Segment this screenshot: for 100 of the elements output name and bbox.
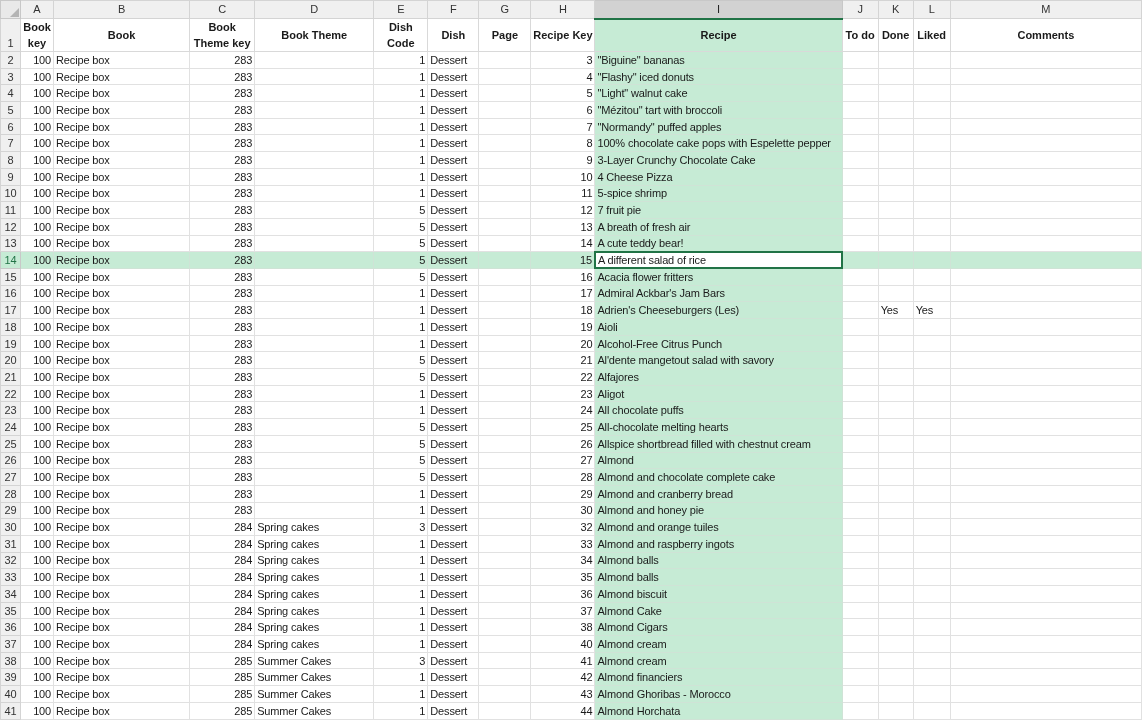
table-cell: 100	[20, 351, 54, 369]
table-cell: 33	[530, 535, 595, 553]
table-cell: 100	[20, 652, 54, 669]
table-cell: Recipe box	[53, 468, 190, 486]
column-header[interactable]: B	[53, 0, 190, 19]
table-cell: 284	[189, 535, 255, 553]
table-cell: 1	[373, 635, 428, 653]
table-cell: Dessert	[427, 201, 479, 219]
table-cell: Recipe box	[53, 635, 190, 653]
table-cell: Recipe box	[53, 235, 190, 252]
table-cell: Recipe box	[53, 318, 190, 336]
table-cell: Recipe box	[53, 118, 190, 135]
table-cell: 5	[373, 418, 428, 436]
table-cell: 17	[530, 285, 595, 302]
table-cell: 100	[20, 301, 54, 319]
table-cell: Dessert	[427, 435, 479, 452]
table-cell: 100	[20, 68, 54, 85]
row-header[interactable]: 1	[0, 18, 21, 52]
table-cell: 5	[373, 268, 428, 286]
table-cell: Spring cakes	[254, 518, 374, 536]
table-cell: 283	[189, 502, 255, 519]
column-header[interactable]: E	[373, 0, 428, 19]
table-cell: 285	[189, 702, 255, 719]
table-cell: 1	[373, 668, 428, 686]
table-cell: 1	[373, 385, 428, 402]
table-cell: Spring cakes	[254, 568, 374, 586]
column-header[interactable]: C	[189, 0, 255, 19]
table-cell: 283	[189, 218, 255, 236]
column-heading: Book Theme key	[189, 18, 255, 52]
table-cell: 1	[373, 618, 428, 636]
table-cell: Dessert	[427, 535, 479, 553]
column-header[interactable]: J	[842, 0, 879, 19]
table-cell: 5	[373, 218, 428, 236]
table-cell: 5	[373, 201, 428, 219]
table-cell: Spring cakes	[254, 552, 374, 569]
table-cell: Recipe box	[53, 602, 190, 619]
column-header[interactable]: A	[20, 0, 54, 19]
table-cell: 283	[189, 51, 255, 69]
table-cell: 3	[373, 652, 428, 669]
table-cell: Dessert	[427, 585, 479, 603]
table-cell: Dessert	[427, 618, 479, 636]
column-header[interactable]: M	[950, 0, 1142, 19]
table-cell: 5	[373, 368, 428, 386]
table-cell: 5	[373, 235, 428, 252]
table-cell: Dessert	[427, 134, 479, 152]
table-cell: 100	[20, 452, 54, 469]
column-header[interactable]: L	[913, 0, 951, 19]
active-cell[interactable]: A different salad of rice	[594, 251, 843, 269]
column-header[interactable]: I	[594, 0, 843, 19]
table-cell: 283	[189, 468, 255, 486]
column-heading: Recipe	[594, 18, 843, 52]
column-header[interactable]: F	[427, 0, 479, 19]
table-cell: 283	[189, 101, 255, 119]
table-cell: 1	[373, 485, 428, 503]
table-cell: 100	[20, 368, 54, 386]
table-cell: 7	[530, 118, 595, 135]
table-cell: 100	[20, 552, 54, 569]
table-cell: 1	[373, 401, 428, 419]
table-cell: Dessert	[427, 468, 479, 486]
table-cell: Dessert	[427, 151, 479, 169]
table-cell: 22	[530, 368, 595, 386]
table-cell: 283	[189, 285, 255, 302]
select-all-button[interactable]	[10, 8, 19, 17]
table-cell: Dessert	[427, 401, 479, 419]
table-cell: 100	[20, 385, 54, 402]
table-cell: 1	[373, 318, 428, 336]
table-cell: Recipe box	[53, 218, 190, 236]
table-cell: Dessert	[427, 502, 479, 519]
table-cell: 283	[189, 84, 255, 102]
table-cell: 100	[20, 185, 54, 202]
table-cell: 5	[373, 435, 428, 452]
table-cell: Recipe box	[53, 585, 190, 603]
column-header[interactable]: D	[254, 0, 374, 19]
table-cell: 284	[189, 618, 255, 636]
table-cell: 24	[530, 401, 595, 419]
column-header[interactable]: H	[530, 0, 595, 19]
column-heading: Book Theme	[254, 18, 374, 52]
table-cell: 6	[530, 101, 595, 119]
table-cell: 29	[530, 485, 595, 503]
table-cell: 3	[373, 518, 428, 536]
table-cell: 21	[530, 351, 595, 369]
table-cell: Recipe box	[53, 84, 190, 102]
table-cell: 100	[20, 468, 54, 486]
table-cell: Recipe box	[53, 68, 190, 85]
column-heading: Done	[878, 18, 914, 52]
table-cell: 26	[530, 435, 595, 452]
table-cell: Dessert	[427, 635, 479, 653]
table-cell: Dessert	[427, 185, 479, 202]
table-cell: Dessert	[427, 301, 479, 319]
table-cell: 285	[189, 685, 255, 703]
column-heading: Dish Code	[373, 18, 428, 52]
table-cell: 1	[373, 301, 428, 319]
column-header[interactable]: G	[478, 0, 531, 19]
table-cell: 283	[189, 452, 255, 469]
table-cell: Dessert	[427, 418, 479, 436]
column-header[interactable]: K	[878, 0, 914, 19]
table-cell: 35	[530, 568, 595, 586]
table-cell: Recipe box	[53, 185, 190, 202]
table-cell: 1	[373, 285, 428, 302]
table-cell: 283	[189, 134, 255, 152]
